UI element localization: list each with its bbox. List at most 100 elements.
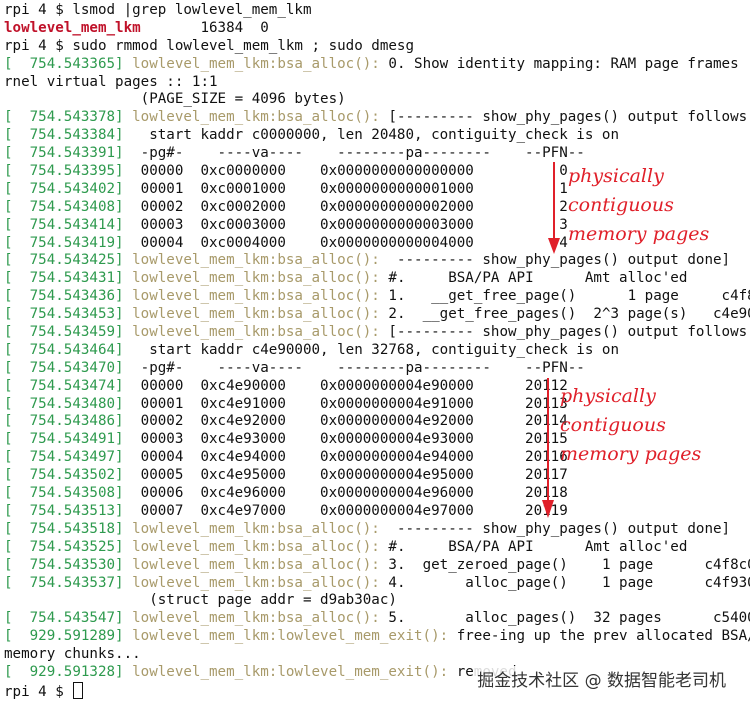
timestamp-bracket: [ — [4, 377, 13, 394]
terminal-line: [ 754.543525] lowlevel_mem_lkm:bsa_alloc… — [4, 539, 750, 557]
terminal-line: [ 754.543408] 00002 0xc0002000 0x0000000… — [4, 199, 750, 217]
timestamp-bracket: ] — [115, 395, 133, 412]
timestamp: 754.543464 — [12, 341, 116, 358]
line-text: (PAGE_SIZE = 4096 bytes) — [4, 91, 346, 108]
timestamp: 754.543395 — [12, 163, 116, 180]
timestamp-bracket: ] — [115, 377, 133, 394]
terminal-line: lowlevel_mem_lkm 16384 0 — [4, 20, 750, 38]
timestamp-bracket: [ — [4, 485, 13, 502]
timestamp-bracket: ] — [115, 359, 133, 376]
log-source: lowlevel_mem_lkm:bsa_alloc(): — [132, 252, 380, 269]
log-message: 00000 0xc0000000 0x0000000000000000 0 — [132, 163, 568, 180]
log-message: 00001 0xc0001000 0x0000000000001000 1 — [132, 180, 568, 197]
log-message: [--------- show_phy_pages() output follo… — [379, 324, 750, 341]
terminal-line: [ 754.543384] start kaddr c0000000, len … — [4, 127, 750, 145]
terminal-line: [ 754.543436] lowlevel_mem_lkm:bsa_alloc… — [4, 288, 750, 306]
timestamp-bracket: ] — [115, 520, 133, 537]
timestamp-bracket: [ — [4, 502, 13, 519]
timestamp-bracket: [ — [4, 467, 13, 484]
timestamp-bracket: ] — [115, 341, 133, 358]
timestamp-bracket: [ — [4, 180, 13, 197]
log-message: 4. alloc_page() 1 page c4f93000 — [379, 574, 750, 591]
timestamp-bracket: [ — [4, 628, 13, 645]
terminal-line: [ 929.591289] lowlevel_mem_lkm:lowlevel_… — [4, 628, 750, 646]
timestamp-bracket: [ — [4, 288, 13, 305]
log-message: start kaddr c4e90000, len 32768, contigu… — [132, 341, 620, 358]
timestamp-bracket: [ — [4, 663, 13, 680]
timestamp: 754.543419 — [12, 234, 116, 251]
timestamp: 754.543480 — [12, 395, 116, 412]
terminal-output[interactable]: rpi 4 $ lsmod |grep lowlevel_mem_lkm lowl… — [4, 2, 750, 700]
timestamp: 754.543537 — [12, 574, 116, 591]
log-message: 3. get_zeroed_page() 1 page c4f8c000 — [379, 556, 750, 573]
log-message: 00002 0xc4e92000 0x0000000004e92000 2011… — [132, 413, 568, 430]
timestamp: 754.543513 — [12, 502, 116, 519]
timestamp: 754.543378 — [12, 109, 116, 126]
terminal-line: [ 754.543414] 00003 0xc0003000 0x0000000… — [4, 217, 750, 235]
timestamp-bracket: [ — [4, 306, 13, 323]
terminal-line: [ 754.543365] lowlevel_mem_lkm:bsa_alloc… — [4, 56, 750, 74]
timestamp-bracket: [ — [4, 395, 13, 412]
timestamp-bracket: ] — [115, 234, 133, 251]
timestamp: 754.543470 — [12, 359, 116, 376]
log-source: lowlevel_mem_lkm:bsa_alloc(): — [132, 610, 380, 627]
line-text: rpi 4 $ sudo rmmod lowlevel_mem_lkm ; su… — [4, 37, 414, 54]
log-message: 00006 0xc4e96000 0x0000000004e96000 2011… — [132, 485, 568, 502]
timestamp-bracket: ] — [115, 574, 133, 591]
timestamp-bracket: ] — [115, 270, 133, 287]
timestamp-bracket: [ — [4, 145, 13, 162]
terminal-line: [ 754.543453] lowlevel_mem_lkm:bsa_alloc… — [4, 306, 750, 324]
timestamp-bracket: ] — [115, 306, 133, 323]
timestamp: 754.543384 — [12, 127, 116, 144]
line-text: rnel virtual pages :: 1:1 — [4, 73, 218, 90]
log-source: lowlevel_mem_lkm:bsa_alloc(): — [132, 574, 380, 591]
log-message: 00002 0xc0002000 0x0000000000002000 2 — [132, 198, 568, 215]
timestamp-bracket: ] — [115, 610, 133, 627]
timestamp-bracket: [ — [4, 324, 13, 341]
log-message: 00001 0xc4e91000 0x0000000004e91000 2011… — [132, 395, 568, 412]
terminal-line: [ 754.543518] lowlevel_mem_lkm:bsa_alloc… — [4, 521, 750, 539]
line-text: 16384 0 — [140, 19, 269, 36]
timestamp-bracket: ] — [115, 431, 133, 448]
log-message: #. BSA/PA API Amt alloc'ed KVA — [388, 270, 688, 287]
terminal-line: [ 754.543508] 00006 0xc4e96000 0x0000000… — [4, 485, 750, 503]
log-message: 00004 0xc4e94000 0x0000000004e94000 2011… — [132, 449, 568, 466]
timestamp: 754.543436 — [12, 288, 116, 305]
timestamp: 754.543491 — [12, 431, 116, 448]
log-source: lowlevel_mem_lkm:bsa_alloc(): — [132, 538, 380, 555]
timestamp-bracket: [ — [4, 449, 13, 466]
timestamp: 754.543502 — [12, 467, 116, 484]
log-source: lowlevel_mem_lkm:bsa_alloc(): — [132, 270, 380, 287]
terminal-line: [ 754.543537] lowlevel_mem_lkm:bsa_alloc… — [4, 575, 750, 593]
log-message: 00000 0xc4e90000 0x0000000004e90000 2011… — [132, 377, 568, 394]
timestamp-bracket: [ — [4, 234, 13, 251]
log-message: 2. __get_free_pages() 2^3 page(s) c4e900… — [379, 306, 750, 323]
timestamp-bracket: ] — [115, 324, 133, 341]
terminal-line: [ 754.543502] 00005 0xc4e95000 0x0000000… — [4, 467, 750, 485]
timestamp: 754.543425 — [12, 252, 116, 269]
timestamp-bracket: ] — [115, 556, 133, 573]
timestamp: 754.543431 — [12, 270, 116, 287]
terminal-line: [ 754.543378] lowlevel_mem_lkm:bsa_alloc… — [4, 109, 750, 127]
timestamp: 754.543497 — [12, 449, 116, 466]
log-message: #. BSA/PA API Amt alloc'ed KVA — [388, 538, 688, 555]
log-source: lowlevel_mem_lkm:bsa_alloc(): — [132, 556, 380, 573]
log-message: [--------- show_phy_pages() output follo… — [379, 109, 750, 126]
timestamp-bracket: ] — [115, 628, 133, 645]
timestamp-bracket: ] — [115, 216, 133, 233]
timestamp-bracket: [ — [4, 431, 13, 448]
timestamp-bracket: [ — [4, 538, 13, 555]
timestamp-bracket: ] — [115, 288, 133, 305]
terminal-line: (struct page addr = d9ab30ac) — [4, 592, 750, 610]
terminal-line: rpi 4 $ sudo rmmod lowlevel_mem_lkm ; su… — [4, 38, 750, 56]
timestamp-bracket: ] — [115, 538, 133, 555]
line-text: (struct page addr = d9ab30ac) — [4, 592, 397, 609]
timestamp-bracket: ] — [115, 145, 133, 162]
terminal-line: [ 754.543425] lowlevel_mem_lkm:bsa_alloc… — [4, 252, 750, 270]
timestamp: 929.591289 — [12, 628, 116, 645]
terminal-line: [ 754.543431] lowlevel_mem_lkm:bsa_alloc… — [4, 270, 750, 288]
timestamp-bracket: ] — [115, 127, 133, 144]
timestamp: 754.543474 — [12, 377, 116, 394]
terminal-line: [ 754.543470] -pg#- ----va---- --------p… — [4, 360, 750, 378]
timestamp: 754.543391 — [12, 145, 116, 162]
